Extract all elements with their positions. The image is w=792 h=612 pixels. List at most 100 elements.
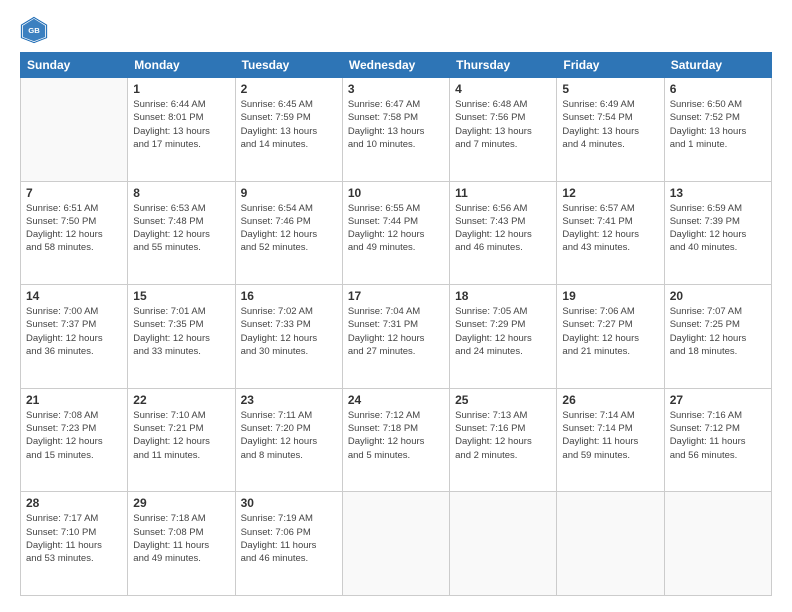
day-info: Sunrise: 7:00 AM Sunset: 7:37 PM Dayligh… [26, 305, 122, 358]
calendar-cell: 16Sunrise: 7:02 AM Sunset: 7:33 PM Dayli… [235, 285, 342, 389]
day-number: 13 [670, 186, 766, 200]
calendar-week-row: 7 Sunrise: 6:51 AM Sunset: 7:50 PM Daylig… [21, 181, 772, 285]
day-number: 19 [562, 289, 658, 303]
calendar-cell [342, 492, 449, 596]
day-number: 18 [455, 289, 551, 303]
calendar-cell: 10 Sunrise: 6:55 AM Sunset: 7:44 PM Dayli… [342, 181, 449, 285]
day-info: Sunrise: 7:11 AM Sunset: 7:20 PM Dayligh… [241, 409, 337, 462]
calendar-week-row: 28Sunrise: 7:17 AM Sunset: 7:10 PM Dayli… [21, 492, 772, 596]
calendar-week-row: 14Sunrise: 7:00 AM Sunset: 7:37 PM Dayli… [21, 285, 772, 389]
calendar-cell [450, 492, 557, 596]
day-info: Sunrise: 7:13 AM Sunset: 7:16 PM Dayligh… [455, 409, 551, 462]
calendar-cell: 26Sunrise: 7:14 AM Sunset: 7:14 PM Dayli… [557, 388, 664, 492]
calendar-cell: 27 Sunrise: 7:16 AM Sunset: 7:12 PM Dayli… [664, 388, 771, 492]
day-number: 20 [670, 289, 766, 303]
calendar-cell: 9 Sunrise: 6:54 AM Sunset: 7:46 PM Daylig… [235, 181, 342, 285]
calendar-cell: 13 Sunrise: 6:59 AM Sunset: 7:39 PM Dayli… [664, 181, 771, 285]
day-number: 30 [241, 496, 337, 510]
calendar-cell [664, 492, 771, 596]
calendar-cell: 21 Sunrise: 7:08 AM Sunset: 7:23 PM Dayli… [21, 388, 128, 492]
calendar-cell: 19 Sunrise: 7:06 AM Sunset: 7:27 PM Dayli… [557, 285, 664, 389]
calendar-cell: 1 Sunrise: 6:44 AM Sunset: 8:01 PM Daylig… [128, 78, 235, 182]
day-number: 3 [348, 82, 444, 96]
day-number: 9 [241, 186, 337, 200]
calendar-cell: 24 Sunrise: 7:12 AM Sunset: 7:18 PM Dayli… [342, 388, 449, 492]
day-number: 6 [670, 82, 766, 96]
day-number: 10 [348, 186, 444, 200]
day-info: Sunrise: 6:45 AM Sunset: 7:59 PM Dayligh… [241, 98, 337, 151]
day-number: 4 [455, 82, 551, 96]
day-number: 7 [26, 186, 122, 200]
calendar-day-header: Thursday [450, 53, 557, 78]
day-number: 11 [455, 186, 551, 200]
day-number: 1 [133, 82, 229, 96]
calendar-cell: 4 Sunrise: 6:48 AM Sunset: 7:56 PM Daylig… [450, 78, 557, 182]
day-number: 22 [133, 393, 229, 407]
calendar-cell: 28Sunrise: 7:17 AM Sunset: 7:10 PM Dayli… [21, 492, 128, 596]
day-info: Sunrise: 7:06 AM Sunset: 7:27 PM Dayligh… [562, 305, 658, 358]
day-info: Sunrise: 6:55 AM Sunset: 7:44 PM Dayligh… [348, 202, 444, 255]
day-number: 24 [348, 393, 444, 407]
calendar-cell: 20 Sunrise: 7:07 AM Sunset: 7:25 PM Dayli… [664, 285, 771, 389]
header: GB [20, 16, 772, 44]
calendar-cell: 23 Sunrise: 7:11 AM Sunset: 7:20 PM Dayli… [235, 388, 342, 492]
day-info: Sunrise: 6:44 AM Sunset: 8:01 PM Dayligh… [133, 98, 229, 151]
day-info: Sunrise: 7:02 AM Sunset: 7:33 PM Dayligh… [241, 305, 337, 358]
calendar-day-header: Sunday [21, 53, 128, 78]
calendar-cell [557, 492, 664, 596]
calendar-day-header: Wednesday [342, 53, 449, 78]
page: GB SundayMondayTuesdayWednesdayThursdayF… [0, 0, 792, 612]
day-info: Sunrise: 7:05 AM Sunset: 7:29 PM Dayligh… [455, 305, 551, 358]
day-number: 27 [670, 393, 766, 407]
calendar-week-row: 1 Sunrise: 6:44 AM Sunset: 8:01 PM Daylig… [21, 78, 772, 182]
calendar-cell: 2 Sunrise: 6:45 AM Sunset: 7:59 PM Daylig… [235, 78, 342, 182]
calendar-cell: 14Sunrise: 7:00 AM Sunset: 7:37 PM Dayli… [21, 285, 128, 389]
day-info: Sunrise: 6:51 AM Sunset: 7:50 PM Dayligh… [26, 202, 122, 255]
calendar-cell: 12 Sunrise: 6:57 AM Sunset: 7:41 PM Dayli… [557, 181, 664, 285]
day-number: 29 [133, 496, 229, 510]
day-number: 2 [241, 82, 337, 96]
calendar-cell: 22 Sunrise: 7:10 AM Sunset: 7:21 PM Dayli… [128, 388, 235, 492]
calendar-cell: 29 Sunrise: 7:18 AM Sunset: 7:08 PM Dayli… [128, 492, 235, 596]
calendar-week-row: 21 Sunrise: 7:08 AM Sunset: 7:23 PM Dayli… [21, 388, 772, 492]
day-info: Sunrise: 6:59 AM Sunset: 7:39 PM Dayligh… [670, 202, 766, 255]
day-info: Sunrise: 6:54 AM Sunset: 7:46 PM Dayligh… [241, 202, 337, 255]
day-number: 8 [133, 186, 229, 200]
day-info: Sunrise: 7:10 AM Sunset: 7:21 PM Dayligh… [133, 409, 229, 462]
calendar-cell: 5 Sunrise: 6:49 AM Sunset: 7:54 PM Daylig… [557, 78, 664, 182]
logo-icon: GB [20, 16, 48, 44]
svg-text:GB: GB [28, 26, 40, 35]
calendar-day-header: Tuesday [235, 53, 342, 78]
day-number: 28 [26, 496, 122, 510]
calendar-day-header: Monday [128, 53, 235, 78]
day-number: 21 [26, 393, 122, 407]
calendar-cell [21, 78, 128, 182]
calendar-cell: 8Sunrise: 6:53 AM Sunset: 7:48 PM Daylig… [128, 181, 235, 285]
calendar-cell: 30 Sunrise: 7:19 AM Sunset: 7:06 PM Dayli… [235, 492, 342, 596]
day-number: 17 [348, 289, 444, 303]
day-number: 12 [562, 186, 658, 200]
day-number: 26 [562, 393, 658, 407]
day-info: Sunrise: 6:50 AM Sunset: 7:52 PM Dayligh… [670, 98, 766, 151]
calendar-header-row: SundayMondayTuesdayWednesdayThursdayFrid… [21, 53, 772, 78]
day-info: Sunrise: 6:47 AM Sunset: 7:58 PM Dayligh… [348, 98, 444, 151]
calendar-cell: 3 Sunrise: 6:47 AM Sunset: 7:58 PM Daylig… [342, 78, 449, 182]
day-info: Sunrise: 6:56 AM Sunset: 7:43 PM Dayligh… [455, 202, 551, 255]
day-number: 5 [562, 82, 658, 96]
day-info: Sunrise: 7:18 AM Sunset: 7:08 PM Dayligh… [133, 512, 229, 565]
calendar-cell: 11 Sunrise: 6:56 AM Sunset: 7:43 PM Dayli… [450, 181, 557, 285]
day-info: Sunrise: 7:07 AM Sunset: 7:25 PM Dayligh… [670, 305, 766, 358]
day-info: Sunrise: 7:16 AM Sunset: 7:12 PM Dayligh… [670, 409, 766, 462]
day-number: 23 [241, 393, 337, 407]
day-info: Sunrise: 6:48 AM Sunset: 7:56 PM Dayligh… [455, 98, 551, 151]
logo: GB [20, 16, 52, 44]
calendar-cell: 15 Sunrise: 7:01 AM Sunset: 7:35 PM Dayli… [128, 285, 235, 389]
day-number: 15 [133, 289, 229, 303]
day-info: Sunrise: 7:01 AM Sunset: 7:35 PM Dayligh… [133, 305, 229, 358]
day-info: Sunrise: 6:57 AM Sunset: 7:41 PM Dayligh… [562, 202, 658, 255]
day-info: Sunrise: 6:49 AM Sunset: 7:54 PM Dayligh… [562, 98, 658, 151]
calendar-cell: 25Sunrise: 7:13 AM Sunset: 7:16 PM Dayli… [450, 388, 557, 492]
day-info: Sunrise: 7:08 AM Sunset: 7:23 PM Dayligh… [26, 409, 122, 462]
day-info: Sunrise: 7:12 AM Sunset: 7:18 PM Dayligh… [348, 409, 444, 462]
day-info: Sunrise: 7:19 AM Sunset: 7:06 PM Dayligh… [241, 512, 337, 565]
